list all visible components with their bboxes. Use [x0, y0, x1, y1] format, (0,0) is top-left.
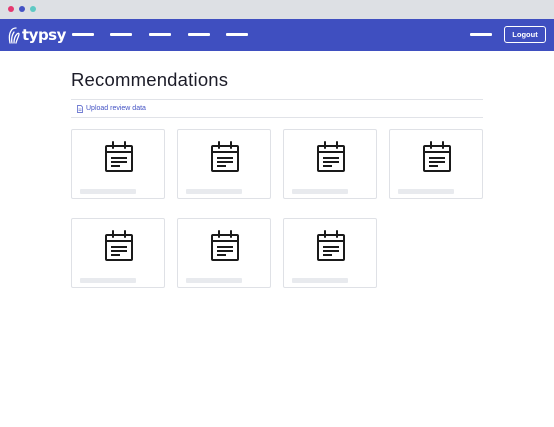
card-title-placeholder [398, 189, 454, 194]
clipboard-icon [105, 230, 133, 261]
nav-link-3[interactable] [149, 33, 171, 36]
nav-link-4[interactable] [188, 33, 210, 36]
card-title-placeholder [80, 278, 136, 283]
document-icon [77, 105, 83, 113]
page-title: Recommendations [71, 69, 229, 90]
nav-link-account[interactable] [470, 33, 492, 36]
card-title-placeholder [292, 189, 348, 194]
window-close-dot[interactable] [8, 6, 14, 12]
clipboard-icon [317, 230, 345, 261]
clipboard-icon [211, 141, 239, 172]
nav-link-2[interactable] [110, 33, 132, 36]
recommendation-card[interactable] [283, 218, 377, 288]
nav-link-5[interactable] [226, 33, 248, 36]
divider-bottom [71, 117, 483, 118]
window-minimize-dot[interactable] [19, 6, 25, 12]
window-maximize-dot[interactable] [30, 6, 36, 12]
window-titlebar [0, 0, 554, 19]
card-title-placeholder [80, 189, 136, 194]
clipboard-icon [317, 141, 345, 172]
nav-link-1[interactable] [72, 33, 94, 36]
recommendation-card[interactable] [389, 129, 483, 199]
card-title-placeholder [186, 189, 242, 194]
logo-mark-icon [8, 26, 20, 44]
clipboard-icon [105, 141, 133, 172]
recommendation-card[interactable] [71, 218, 165, 288]
recommendation-card[interactable] [71, 129, 165, 199]
logout-button[interactable]: Logout [504, 26, 546, 43]
top-navbar: typsy Logout [0, 19, 554, 51]
upload-review-data-link[interactable]: Upload review data [77, 104, 146, 114]
logo-text: typsy [22, 26, 66, 44]
typsy-logo[interactable]: typsy [8, 26, 66, 44]
divider-top [71, 99, 483, 100]
recommendation-card[interactable] [177, 218, 271, 288]
clipboard-icon [211, 230, 239, 261]
upload-link-label: Upload review data [86, 105, 146, 112]
recommendation-card[interactable] [177, 129, 271, 199]
card-title-placeholder [186, 278, 242, 283]
clipboard-icon [423, 141, 451, 172]
card-title-placeholder [292, 278, 348, 283]
recommendation-card[interactable] [283, 129, 377, 199]
